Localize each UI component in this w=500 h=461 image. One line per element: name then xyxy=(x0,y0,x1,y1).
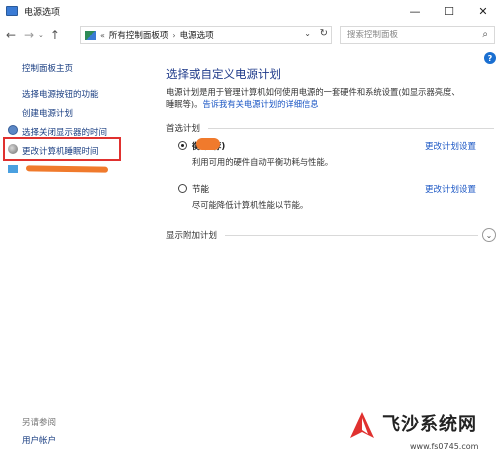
watermark-url: www.fs0745.com xyxy=(410,442,479,451)
plan-name: 节能 xyxy=(192,185,210,195)
search-icon[interactable]: ⌕ xyxy=(482,29,488,40)
watermark-name: 飞沙系统网 xyxy=(382,414,477,435)
redaction-scribble xyxy=(25,165,109,173)
search-box[interactable]: ⌕ xyxy=(340,26,495,44)
breadcrumb-overflow[interactable]: « xyxy=(100,31,105,40)
divider xyxy=(208,127,494,129)
power-options-icon xyxy=(6,6,18,16)
window-controls: — ☐ ✕ xyxy=(398,0,500,22)
plan-description: 尽可能降低计算机性能以节能。 xyxy=(192,200,309,210)
sidebar-item-home[interactable]: 控制面板主页 xyxy=(22,62,73,74)
breadcrumb-power-options[interactable]: 电源选项 xyxy=(180,29,214,41)
plan-description: 利用可用的硬件自动平衡功耗与性能。 xyxy=(192,157,334,167)
redaction-blob xyxy=(196,138,220,150)
highlight-box xyxy=(3,137,121,161)
plan-radio-power-saver[interactable] xyxy=(178,184,187,193)
refresh-icon[interactable]: ↻ xyxy=(320,28,328,39)
see-also-heading: 另请参阅 xyxy=(22,418,57,428)
display-shield-icon xyxy=(8,125,18,135)
plan-radio-balanced[interactable] xyxy=(178,141,187,150)
close-button[interactable]: ✕ xyxy=(466,0,500,22)
site-watermark: 飞沙系统网 www.fs0745.com xyxy=(348,402,496,458)
sidebar-item-power-buttons[interactable]: 选择电源按钮的功能 xyxy=(22,88,99,100)
page-description: 电源计划是用于管理计算机如何使用电源的一套硬件和系统设置(如显示器亮度、睡眠等)… xyxy=(166,86,466,110)
title-bar: 电源选项 — ☐ ✕ xyxy=(0,0,500,22)
preferred-plans-label: 首选计划 xyxy=(166,124,201,134)
learn-more-link[interactable]: 告诉我有关电源计划的详细信息 xyxy=(202,99,318,109)
breadcrumb-separator-icon[interactable]: › xyxy=(172,31,175,40)
back-arrow-icon[interactable]: ← xyxy=(4,28,18,42)
address-bar[interactable]: « 所有控制面板项 › 电源选项 ⌄ ↻ xyxy=(80,26,332,44)
show-additional-plans[interactable]: 显示附加计划 ⌄ xyxy=(166,228,496,242)
chevron-down-icon[interactable]: ⌄ xyxy=(482,228,496,242)
navigation-bar: ← → ⌄ ↑ « 所有控制面板项 › 电源选项 ⌄ ↻ ⌕ xyxy=(0,24,500,46)
monitor-icon xyxy=(8,165,18,173)
minimize-button[interactable]: — xyxy=(398,0,432,22)
search-input[interactable] xyxy=(347,30,467,40)
address-dropdown-icon[interactable]: ⌄ xyxy=(304,29,311,38)
page-title: 选择或自定义电源计划 xyxy=(166,67,281,81)
maximize-button[interactable]: ☐ xyxy=(432,0,466,22)
control-panel-icon xyxy=(85,30,96,40)
divider xyxy=(225,234,478,236)
main-content: 选择或自定义电源计划 电源计划是用于管理计算机如何使用电源的一套硬件和系统设置(… xyxy=(160,50,500,461)
sidebar-item-create-plan[interactable]: 创建电源计划 xyxy=(22,107,73,119)
sidebar: 控制面板主页 选择电源按钮的功能 创建电源计划 选择关闭显示器的时间 更改计算机… xyxy=(0,50,160,461)
window-title: 电源选项 xyxy=(24,7,61,18)
breadcrumb-all-items[interactable]: 所有控制面板项 xyxy=(109,29,169,41)
watermark-logo-icon xyxy=(350,412,374,438)
sidebar-item-user-accounts[interactable]: 用户帐户 xyxy=(22,434,56,446)
show-additional-plans-label[interactable]: 显示附加计划 xyxy=(166,229,217,241)
up-arrow-icon[interactable]: ↑ xyxy=(48,28,62,42)
recent-locations-icon[interactable]: ⌄ xyxy=(38,31,44,39)
forward-arrow-icon[interactable]: → xyxy=(22,28,36,42)
change-plan-settings-link[interactable]: 更改计划设置 xyxy=(425,183,476,195)
preferred-plans-header: 首选计划 xyxy=(166,122,494,134)
change-plan-settings-link[interactable]: 更改计划设置 xyxy=(425,140,476,152)
